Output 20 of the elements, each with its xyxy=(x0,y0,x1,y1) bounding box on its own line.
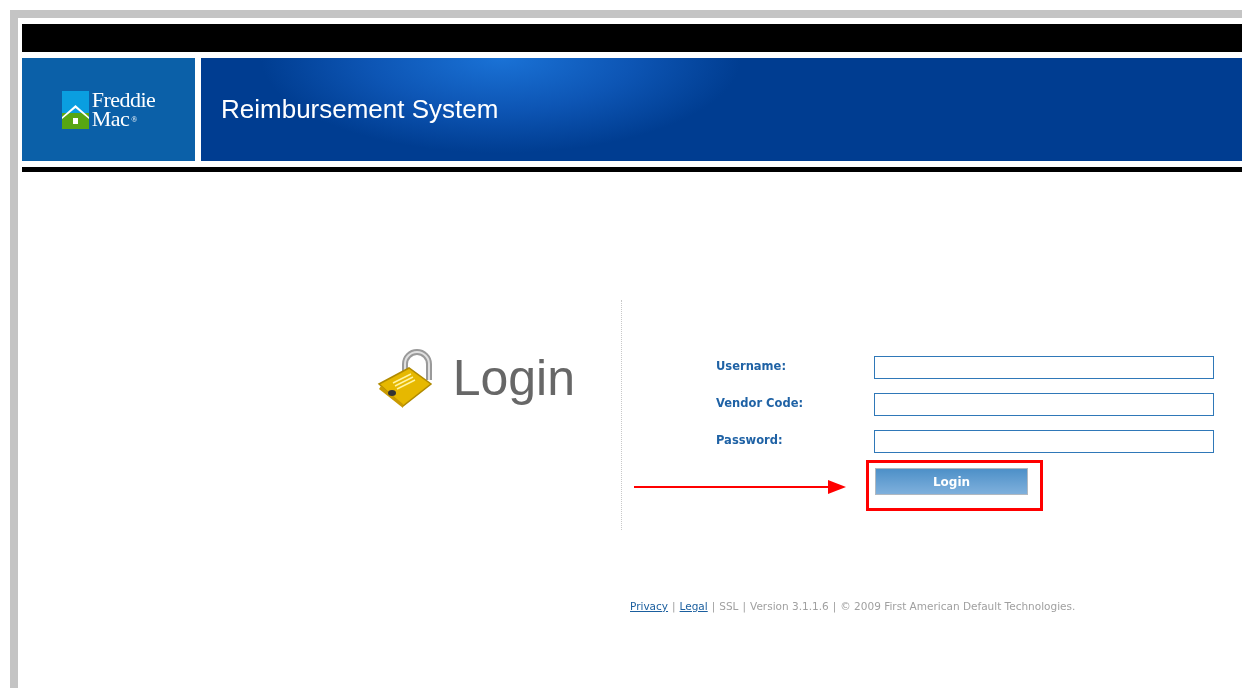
app-title: Reimbursement System xyxy=(221,94,499,125)
field-label: Password: xyxy=(716,432,784,447)
footer-link[interactable]: Privacy xyxy=(630,600,669,612)
footer-text: Version 3.1.1.6 xyxy=(750,600,829,612)
house-icon xyxy=(61,90,89,129)
logo-text: Mac$^{®}$ xyxy=(91,109,137,129)
footer-link[interactable]: Legal xyxy=(679,600,708,612)
login-heading: Login xyxy=(452,349,575,407)
separator: | xyxy=(711,600,716,612)
input-field[interactable] xyxy=(874,430,1214,453)
separator: | xyxy=(742,600,746,612)
input-field[interactable] xyxy=(874,356,1214,379)
field-label: Username: xyxy=(716,358,787,373)
logo-text: Freddie xyxy=(91,90,156,109)
input-field[interactable] xyxy=(874,393,1214,416)
field-label: Vendor Code: xyxy=(716,395,805,410)
separator: | xyxy=(832,600,837,612)
footer-text: © 2009 First American Default Technologies. xyxy=(840,600,1076,612)
separator: | xyxy=(672,600,676,612)
footer-text: SSL xyxy=(719,600,739,612)
